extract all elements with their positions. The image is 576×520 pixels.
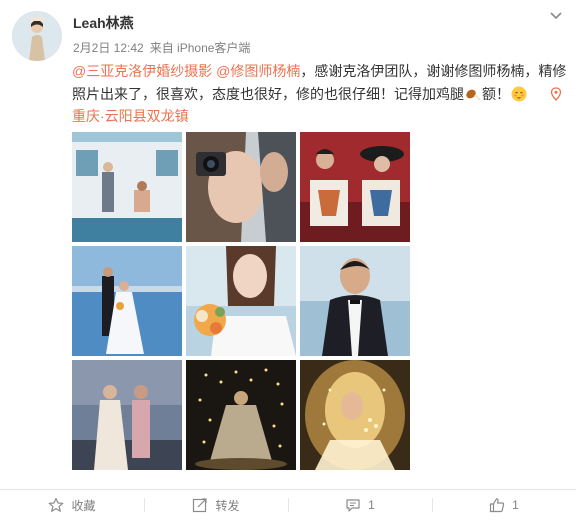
photo-veil-lights[interactable] [300,360,410,470]
photo-bus-couple[interactable] [72,132,182,242]
post-body-end: 额！ [482,86,510,102]
star-icon [49,497,64,512]
photo-seaside-couple[interactable] [72,360,182,470]
image-grid [72,132,410,470]
repost-button[interactable]: 转发 [144,490,288,520]
comment-button[interactable]: 1 [288,490,432,520]
photo-lake-couple[interactable] [72,246,182,356]
drumstick-emoji-icon [466,89,481,101]
shy-face-emoji-icon [511,86,527,102]
favorite-button[interactable]: 收藏 [0,490,144,520]
repost-icon [193,498,208,513]
avatar[interactable] [12,11,62,61]
comment-count: 1 [368,498,375,512]
mention-studio[interactable]: @三亚克洛伊婚纱摄影 [72,63,212,79]
photo-night-lights[interactable] [186,360,296,470]
post-text: @三亚克洛伊婚纱摄影 @修图师杨楠，感谢克洛伊团队，谢谢修图师杨楠，精修照片出来… [72,60,568,106]
action-bar: 收藏 转发 1 1 [0,490,576,520]
comment-icon [346,499,360,512]
repost-label: 转发 [215,498,240,513]
chevron-down-icon[interactable] [548,10,564,22]
photo-groom-suit[interactable] [300,246,410,356]
photo-bride-bouquet[interactable] [186,246,296,356]
location-pin-icon [550,87,562,101]
weibo-post: Leah林燕 2月2日 12:42 来自 iPhone客户端 @三亚克洛伊婚纱摄影… [0,0,576,520]
post-source: 来自 iPhone客户端 [149,41,251,55]
like-button[interactable]: 1 [432,490,576,520]
post-date[interactable]: 2月2日 12:42 [73,41,144,55]
favorite-label: 收藏 [71,498,96,513]
photo-camera-portrait[interactable] [186,132,296,242]
thumbs-up-icon [490,498,505,513]
mention-retoucher[interactable]: @修图师杨楠 [216,63,300,79]
like-count: 1 [512,498,519,512]
post-meta: 2月2日 12:42 来自 iPhone客户端 [73,39,256,56]
photo-couple-art[interactable] [300,132,410,242]
location-link[interactable]: 重庆·云阳县双龙镇 [72,106,189,126]
author-name[interactable]: Leah林燕 [73,13,134,33]
